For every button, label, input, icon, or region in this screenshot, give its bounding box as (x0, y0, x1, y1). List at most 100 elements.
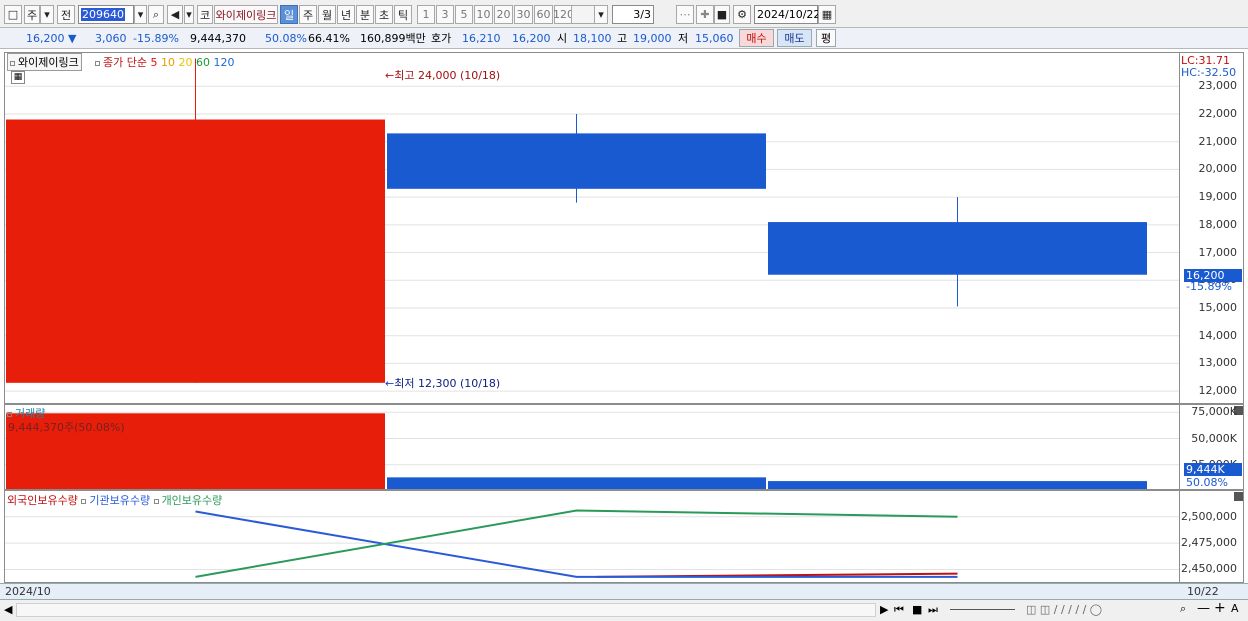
prev-button[interactable]: 전 (57, 5, 75, 24)
volume-panel: 거래량 9,444,370주(50.08%) 75,000K50,000K25,… (0, 404, 1248, 490)
stock-name: 와이제이링크 (215, 8, 277, 22)
high-arrow-icon: ← (385, 69, 395, 82)
save-icon[interactable]: ■ (714, 5, 730, 24)
crosshair-icon[interactable]: ✚ (696, 5, 714, 24)
low-arrow-icon: ← (385, 377, 395, 390)
volume-bar (387, 477, 766, 489)
hc-label: HC:-32.50 (1181, 66, 1237, 79)
sell-button[interactable]: 매도 (777, 29, 812, 47)
volume-note: 9,444,370주(50.08%) (8, 421, 125, 434)
price-tick-label: 17,000 (1198, 245, 1238, 259)
page-counter-text: 3/3 (633, 8, 651, 21)
volume-ratio: 50.08% (265, 31, 307, 45)
current-price-value: 16,200 (26, 31, 65, 45)
price-tick-label: 13,000 (1198, 356, 1238, 370)
tab-period[interactable]: 초 (375, 5, 393, 24)
status-bar: 2024/10 10/22 (0, 583, 1248, 600)
price-panel: 와이제이링크 종가 단순 5 10 20 60 120 ▦ ←최고 24,000… (0, 50, 1248, 404)
rewind-icon[interactable]: ⏮ (894, 603, 904, 617)
tab-period[interactable]: 틱 (394, 5, 412, 24)
gear-icon[interactable]: ⚙ (733, 5, 751, 24)
tab-period[interactable]: 주 (299, 5, 317, 24)
tab-period[interactable]: 월 (318, 5, 336, 24)
bid-label: 호가 (431, 32, 452, 45)
prev-label: 전 (60, 8, 72, 22)
interval-dropdown-icon[interactable]: ▾ (594, 5, 608, 24)
scroll-left-icon[interactable]: ◀ (4, 603, 12, 616)
volume-chart (5, 411, 1179, 489)
volume-current-tag: 9,444K (1184, 463, 1242, 476)
price-plot[interactable]: 와이제이링크 종가 단순 5 10 20 60 120 ▦ ←최고 24,000… (4, 52, 1179, 404)
low-note: ←최저 12,300 (10/18) (385, 375, 500, 391)
panel-close-icon[interactable] (1234, 492, 1243, 501)
zoom-slider[interactable] (950, 609, 1015, 610)
ma-period-label: 5 (146, 56, 161, 69)
holdings-line (195, 509, 958, 578)
interval-button[interactable]: 5 (455, 5, 473, 24)
grid-table-icon[interactable]: ▦ (11, 71, 25, 84)
candle-body (6, 119, 385, 383)
price-tick-label: 21,000 (1198, 134, 1238, 148)
code-input[interactable]: 209640 (78, 5, 134, 24)
ma-legend-marker (95, 60, 100, 66)
interval-button[interactable]: 20 (494, 5, 513, 24)
candlestick-chart (5, 58, 1179, 392)
page-counter: 3/3 (612, 5, 654, 24)
period-select[interactable]: 주 (24, 5, 40, 24)
interval-button[interactable]: 3 (436, 5, 454, 24)
volume-value: 9,444,370 (190, 31, 246, 45)
eval-button[interactable]: 평 (816, 29, 836, 47)
bid-price-2: 16,200 (512, 31, 551, 45)
volume-plot[interactable]: 거래량 9,444,370주(50.08%) (4, 404, 1179, 490)
tab-period[interactable]: 분 (356, 5, 374, 24)
status-left: 2024/10 (5, 585, 51, 598)
high-label: 고 (617, 32, 628, 45)
stop-icon[interactable]: ■ (912, 603, 922, 616)
window-icon[interactable]: □ (4, 5, 22, 24)
zoom-icon[interactable]: ⌕ (1180, 602, 1186, 616)
speaker-dropdown-icon[interactable]: ▾ (184, 5, 194, 24)
search-icon[interactable]: ⌕ (148, 5, 164, 24)
buy-button[interactable]: 매수 (739, 29, 774, 47)
current-pct-tag: -15.89% (1186, 279, 1232, 293)
tools-icon[interactable]: ◫ ◫ ∕ ∕ ∕ ∕ ∕ ◯ (1026, 603, 1102, 616)
rate-value: 66.41% (308, 31, 350, 45)
zoom-in-icon[interactable]: + (1214, 600, 1226, 616)
period-dropdown-icon[interactable]: ▾ (40, 5, 54, 24)
low-price: 15,060 (695, 31, 734, 45)
open-price: 18,100 (573, 31, 612, 45)
interval-button[interactable]: 10 (474, 5, 493, 24)
holdings-legend: 외국인보유수량 기관보유수량 개인보유수량 (7, 492, 222, 508)
scroll-track[interactable] (16, 603, 876, 617)
high-note: ←최고 24,000 (10/18) (385, 67, 500, 83)
forward-icon[interactable]: ⏭ (928, 603, 938, 617)
date-input[interactable]: 2024/10/22 (754, 5, 820, 24)
code-dropdown-icon[interactable]: ▾ (134, 5, 147, 24)
volume-axis: 75,000K50,000K25,000K 9,444K 50.08% (1179, 404, 1244, 490)
tab-period[interactable]: 년 (337, 5, 355, 24)
stock-name-field[interactable]: 와이제이링크 (214, 5, 278, 24)
price-change-pct: -15.89% (133, 31, 179, 45)
holdings-tick-label: 2,500,000 (1181, 509, 1237, 523)
volume-bar (768, 481, 1147, 489)
legend-entry: 기관보유수량 (81, 494, 153, 507)
quote-bar: 16,200 ▼ 3,060 -15.89% 9,444,370 50.08% … (0, 28, 1248, 49)
legend-marker (153, 498, 159, 504)
tab-period[interactable]: 일 (280, 5, 298, 24)
speaker-icon[interactable]: ◀ (167, 5, 183, 24)
interval-button[interactable]: 30 (514, 5, 533, 24)
market-label: 코 (199, 8, 211, 22)
calendar-icon[interactable]: ▦ (818, 5, 836, 24)
font-icon[interactable]: A (1231, 602, 1239, 615)
price-tick-label: 23,000 (1198, 79, 1238, 93)
market-button[interactable]: 코 (197, 5, 213, 24)
zoom-out-icon[interactable]: — (1197, 601, 1210, 616)
holdings-plot[interactable]: 외국인보유수량 기관보유수량 개인보유수량 (4, 490, 1179, 583)
interval-button[interactable]: 1 (417, 5, 435, 24)
scroll-right-icon[interactable]: ▶ (880, 603, 888, 616)
holdings-line (195, 510, 958, 578)
interval-button[interactable]: 60 (534, 5, 553, 24)
holdings-tick-label: 2,475,000 (1181, 536, 1237, 550)
dots-icon[interactable]: ⋯ (676, 5, 694, 24)
ma-period-label: 60 (195, 56, 214, 69)
